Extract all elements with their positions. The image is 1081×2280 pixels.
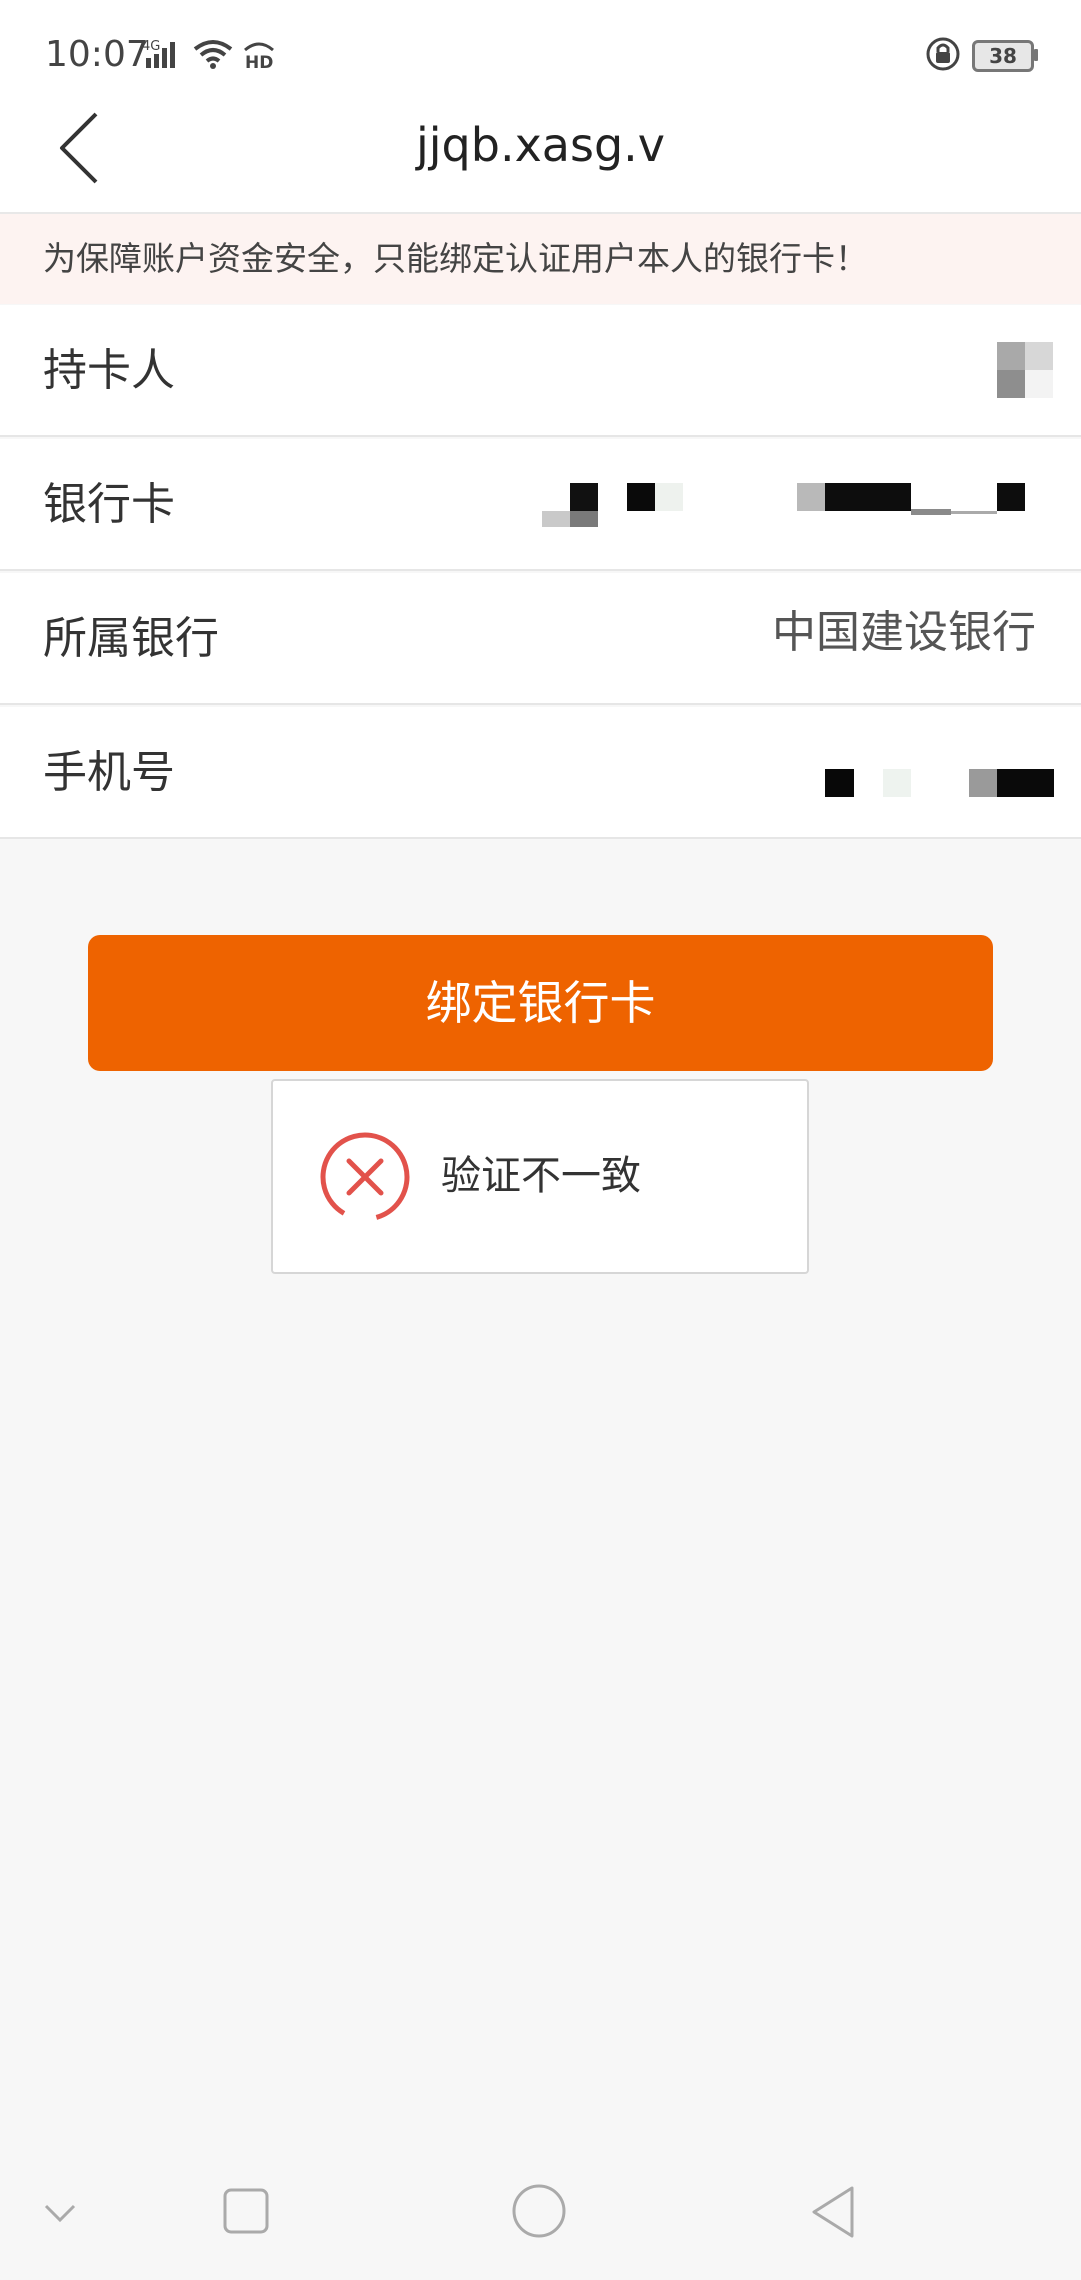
page-title: jjqb.xasg.v — [415, 118, 665, 172]
error-toast: 验证不一致 — [271, 1079, 809, 1274]
toast-message: 验证不一致 — [441, 1153, 641, 1199]
battery-tip — [1034, 49, 1038, 61]
chevron-down-icon[interactable] — [42, 2202, 78, 2226]
cardholder-row[interactable]: 持卡人 — [0, 305, 1081, 437]
recent-apps-icon[interactable] — [222, 2187, 270, 2235]
wifi-icon — [193, 40, 233, 69]
hd-icon: HD — [244, 42, 274, 70]
bank-value: 中国建设银行 — [772, 607, 1036, 658]
bank-label: 所属银行 — [43, 613, 219, 664]
bank-card-row[interactable]: 银行卡 — [0, 439, 1081, 571]
bind-card-button[interactable]: 绑定银行卡 — [88, 935, 993, 1071]
battery-level: 38 — [989, 44, 1017, 68]
home-icon[interactable] — [511, 2183, 567, 2239]
bank-row[interactable]: 所属银行 中国建设银行 — [0, 573, 1081, 705]
phone-label: 手机号 — [43, 747, 175, 798]
status-time: 10:07 — [45, 34, 149, 75]
battery-icon: 38 — [972, 40, 1034, 72]
security-notice: 为保障账户资金安全，只能绑定认证用户本人的银行卡！ — [0, 214, 1081, 304]
bank-card-label: 银行卡 — [43, 479, 175, 530]
network-label: 4G — [142, 39, 160, 54]
signal-icon: 4G — [142, 39, 175, 68]
error-x-icon — [320, 1132, 410, 1222]
back-triangle-icon[interactable] — [808, 2184, 858, 2240]
cardholder-label: 持卡人 — [43, 345, 175, 396]
phone-row[interactable]: 手机号 — [0, 707, 1081, 839]
status-bar: 10:07 4G HD 38 — [0, 0, 1081, 100]
rotation-lock-icon — [926, 37, 960, 71]
hd-label: HD — [245, 53, 273, 70]
system-nav-bar — [0, 2150, 1081, 2280]
